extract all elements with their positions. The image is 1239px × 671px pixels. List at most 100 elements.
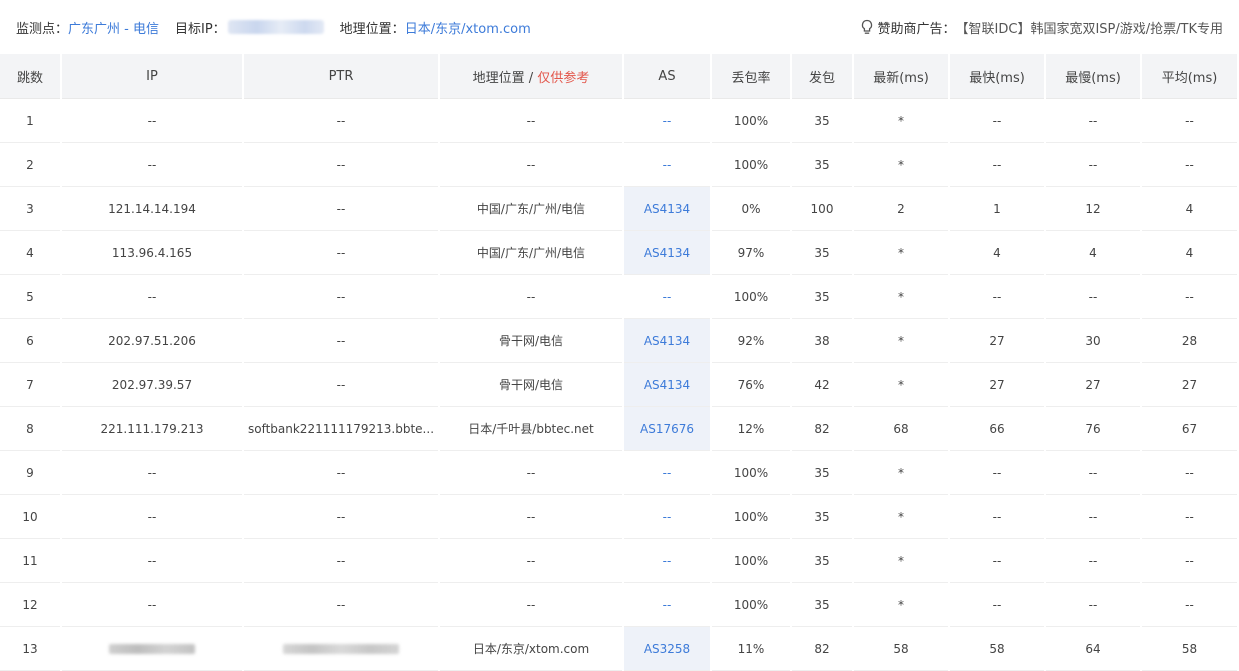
col-hop: 跳数 [0, 54, 60, 99]
cell-hop: 7 [0, 363, 60, 407]
cell-last: * [854, 495, 948, 539]
cell-sent: 35 [792, 99, 852, 143]
cell-loss: 100% [712, 583, 790, 627]
cell-best: 58 [950, 627, 1044, 671]
cell-geo: 日本/千叶县/bbtec.net [440, 407, 622, 451]
cell-sent: 35 [792, 583, 852, 627]
col-last: 最新(ms) [854, 54, 948, 99]
lightbulb-icon [860, 19, 874, 35]
cell-worst: 30 [1046, 319, 1140, 363]
cell-best: 27 [950, 363, 1044, 407]
sponsor-label: 赞助商广告： [877, 21, 956, 37]
sponsor-ad-link[interactable]: 【智联IDC】韩国家宽双ISP/游戏/抢票/TK专用 [956, 18, 1223, 37]
cell-ptr: -- [244, 583, 438, 627]
monitor-value[interactable]: 广东广州 - 电信 [68, 18, 159, 37]
cell-sent: 35 [792, 451, 852, 495]
cell-avg: 4 [1142, 187, 1237, 231]
cell-as[interactable]: AS4134 [624, 319, 710, 363]
traceroute-table: 跳数 IP PTR 地理位置 / 仅供参考 AS 丢包率 发包 最新(ms) 最… [0, 54, 1239, 671]
cell-geo: -- [440, 99, 622, 143]
table-row: 11 -- -- -- -- 100% 35 * -- -- -- [0, 539, 1237, 583]
cell-last: * [854, 275, 948, 319]
cell-sent: 35 [792, 539, 852, 583]
cell-as[interactable]: AS3258 [624, 627, 710, 671]
cell-ip: 202.97.39.57 [62, 363, 242, 407]
cell-loss: 100% [712, 99, 790, 143]
table-row: 4 113.96.4.165 -- 中国/广东/广州/电信 AS4134 97% 35 * 4 4… [0, 231, 1237, 275]
cell-best: -- [950, 495, 1044, 539]
cell-ptr: -- [244, 495, 438, 539]
cell-as: -- [624, 583, 710, 627]
cell-hop: 6 [0, 319, 60, 363]
col-sent: 发包 [792, 54, 852, 99]
cell-best: -- [950, 539, 1044, 583]
geo-value[interactable]: 日本/东京/xtom.com [405, 18, 531, 37]
col-best: 最快(ms) [950, 54, 1044, 99]
col-geo: 地理位置 / 仅供参考 [440, 54, 622, 99]
cell-ip: 202.97.51.206 [62, 319, 242, 363]
table-header-row: 跳数 IP PTR 地理位置 / 仅供参考 AS 丢包率 发包 最新(ms) 最… [0, 54, 1237, 99]
cell-last: 68 [854, 407, 948, 451]
cell-hop: 11 [0, 539, 60, 583]
table-row: 6 202.97.51.206 -- 骨干网/电信 AS4134 92% 38 * 27 30 28 [0, 319, 1237, 363]
cell-last: * [854, 319, 948, 363]
cell-avg: 28 [1142, 319, 1237, 363]
cell-hop: 5 [0, 275, 60, 319]
info-bar: 监测点： 广东广州 - 电信 目标IP： 地理位置： 日本/东京/xtom.co… [0, 0, 1239, 54]
cell-loss: 76% [712, 363, 790, 407]
cell-as[interactable]: AS4134 [624, 363, 710, 407]
cell-avg: -- [1142, 495, 1237, 539]
cell-sent: 42 [792, 363, 852, 407]
table-row: 12 -- -- -- -- 100% 35 * -- -- -- [0, 583, 1237, 627]
cell-best: 27 [950, 319, 1044, 363]
cell-ip: -- [62, 451, 242, 495]
cell-as: -- [624, 99, 710, 143]
cell-avg: 67 [1142, 407, 1237, 451]
cell-last: * [854, 451, 948, 495]
cell-best: 1 [950, 187, 1044, 231]
cell-ip: 121.14.14.194 [62, 187, 242, 231]
cell-ip: -- [62, 275, 242, 319]
cell-best: 66 [950, 407, 1044, 451]
cell-sent: 82 [792, 407, 852, 451]
table-row: 9 -- -- -- -- 100% 35 * -- -- -- [0, 451, 1237, 495]
cell-loss: 100% [712, 495, 790, 539]
cell-ip: -- [62, 539, 242, 583]
cell-avg: -- [1142, 143, 1237, 187]
cell-as[interactable]: AS17676 [624, 407, 710, 451]
cell-last: * [854, 231, 948, 275]
info-left: 监测点： 广东广州 - 电信 目标IP： 地理位置： 日本/东京/xtom.co… [16, 18, 531, 37]
cell-worst: -- [1046, 143, 1140, 187]
cell-loss: 100% [712, 143, 790, 187]
cell-best: -- [950, 583, 1044, 627]
cell-ptr: -- [244, 231, 438, 275]
cell-ptr [244, 627, 438, 671]
cell-loss: 100% [712, 275, 790, 319]
cell-avg: -- [1142, 539, 1237, 583]
cell-as[interactable]: AS4134 [624, 187, 710, 231]
cell-sent: 82 [792, 627, 852, 671]
cell-loss: 0% [712, 187, 790, 231]
cell-sent: 35 [792, 275, 852, 319]
cell-geo: 骨干网/电信 [440, 319, 622, 363]
cell-as: -- [624, 539, 710, 583]
cell-ip: -- [62, 143, 242, 187]
cell-worst: 4 [1046, 231, 1140, 275]
cell-loss: 92% [712, 319, 790, 363]
cell-ptr: -- [244, 187, 438, 231]
cell-best: -- [950, 143, 1044, 187]
cell-ptr: -- [244, 363, 438, 407]
cell-sent: 38 [792, 319, 852, 363]
cell-last: * [854, 363, 948, 407]
cell-loss: 100% [712, 539, 790, 583]
table-row: 13 日本/东京/xtom.com AS3258 11% 82 58 58 64 58 [0, 627, 1237, 671]
cell-best: 4 [950, 231, 1044, 275]
cell-ptr: -- [244, 451, 438, 495]
cell-avg: 58 [1142, 627, 1237, 671]
cell-hop: 10 [0, 495, 60, 539]
cell-geo: 中国/广东/广州/电信 [440, 187, 622, 231]
cell-as: -- [624, 143, 710, 187]
cell-geo: 日本/东京/xtom.com [440, 627, 622, 671]
target-label: 目标IP： [174, 21, 226, 37]
cell-as[interactable]: AS4134 [624, 231, 710, 275]
